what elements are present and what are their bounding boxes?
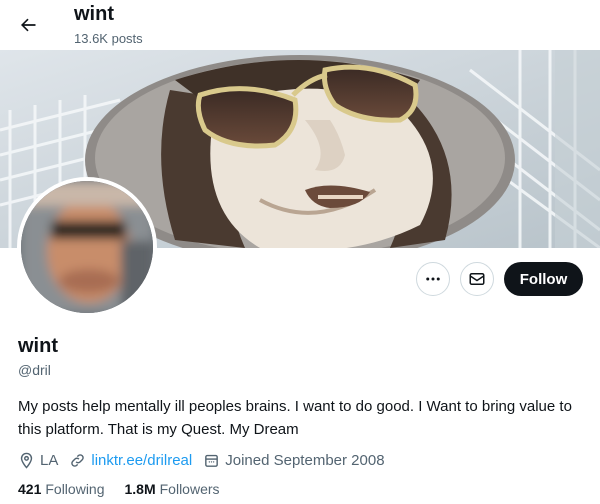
location-item: LA [18, 452, 58, 469]
joined-item: Joined September 2008 [203, 451, 385, 469]
follow-stats: 421 Following 1.8M Followers [18, 481, 240, 497]
profile-meta: LA linktr.ee/drilreal Joined September 2… [18, 449, 396, 471]
arrow-left-icon [21, 18, 36, 32]
header-title: wint [74, 3, 114, 25]
location-pin-icon [20, 452, 33, 469]
more-button[interactable] [416, 262, 450, 296]
followers-label: Followers [159, 481, 220, 497]
profile-bio: My posts help mentally ill peoples brain… [18, 398, 572, 438]
message-button[interactable] [460, 262, 494, 296]
following-stat[interactable]: 421 Following [18, 481, 105, 497]
back-button[interactable] [10, 7, 46, 43]
envelope-icon [469, 273, 485, 285]
followers-count: 1.8M [124, 481, 156, 497]
joined-text: Joined September 2008 [225, 451, 385, 469]
following-count: 421 [18, 481, 42, 497]
following-label: Following [45, 481, 105, 497]
follow-button[interactable]: Follow [504, 262, 583, 296]
more-icon [426, 277, 440, 281]
profile-handle: @dril [18, 362, 51, 378]
top-bar: wint 13.6K posts [0, 0, 600, 50]
calendar-icon [205, 454, 219, 467]
header-post-count: 13.6K posts [74, 31, 143, 46]
location-text: LA [40, 451, 59, 469]
followers-stat[interactable]: 1.8M Followers [125, 481, 220, 497]
profile-link[interactable]: linktr.ee/drilreal [91, 452, 192, 469]
link-icon [71, 453, 85, 467]
profile-avatar[interactable] [17, 177, 157, 317]
profile-name: wint [18, 335, 58, 357]
link-item: linktr.ee/drilreal [69, 452, 192, 469]
